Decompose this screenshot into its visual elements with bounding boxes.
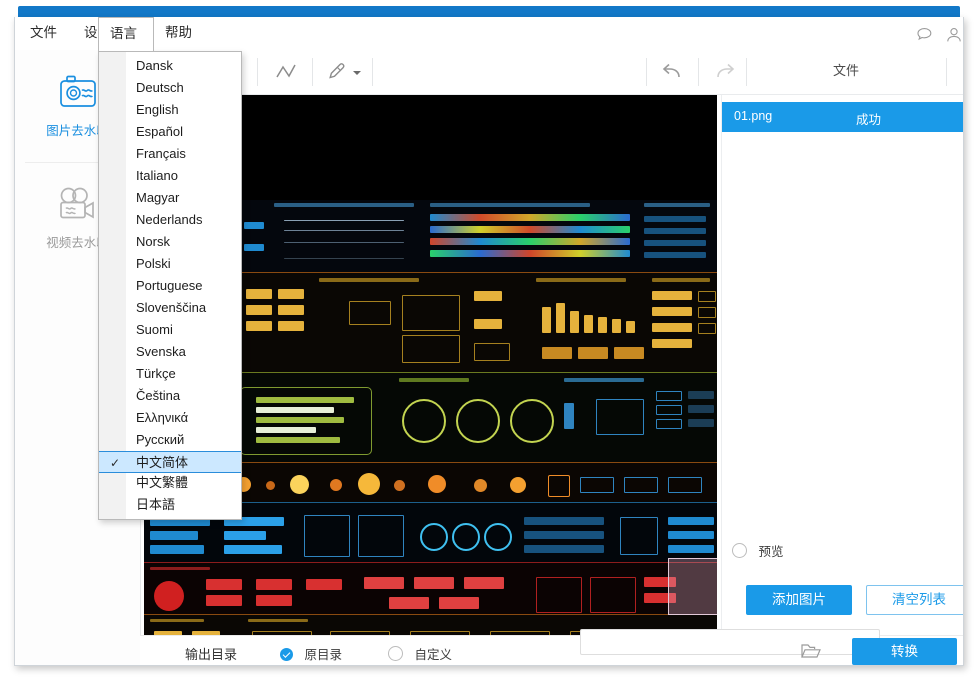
original-dir-radio[interactable] bbox=[280, 648, 293, 661]
toolbar-separator bbox=[372, 58, 373, 86]
preview-label: 预览 bbox=[758, 544, 784, 559]
language-option-portuguese[interactable]: Portuguese bbox=[99, 275, 241, 297]
brush-tool[interactable] bbox=[322, 59, 352, 85]
toolbar-separator bbox=[646, 58, 647, 86]
language-option-espanol[interactable]: Español bbox=[99, 121, 241, 143]
output-option-custom[interactable]: 自定义 bbox=[388, 644, 452, 664]
language-dropdown[interactable]: Dansk Deutsch English Español Français I… bbox=[98, 51, 242, 520]
language-option-chinese-simplified[interactable]: ✓ 中文简体 bbox=[99, 451, 241, 473]
toolbar-separator bbox=[257, 58, 258, 86]
output-option-original[interactable]: 原目录 bbox=[280, 644, 342, 664]
check-icon: ✓ bbox=[110, 456, 121, 470]
language-option-svenska[interactable]: Svenska bbox=[99, 341, 241, 363]
language-option-deutsch[interactable]: Deutsch bbox=[99, 77, 241, 99]
brush-dropdown-caret-down-icon[interactable] bbox=[350, 65, 364, 91]
language-option-label: 中文简体 bbox=[136, 456, 189, 471]
account-icon[interactable] bbox=[944, 25, 963, 45]
menu-help[interactable]: 帮助 bbox=[154, 17, 203, 50]
language-option-turkce[interactable]: Türkçe bbox=[99, 363, 241, 385]
add-images-button[interactable]: 添加图片 bbox=[746, 585, 852, 615]
language-option-francais[interactable]: Français bbox=[99, 143, 241, 165]
preview-radio[interactable] bbox=[732, 543, 747, 558]
convert-button[interactable]: 转换 bbox=[852, 638, 957, 665]
toolbar-separator bbox=[312, 58, 313, 86]
clear-list-button[interactable]: 清空列表 bbox=[866, 585, 963, 615]
language-option-russkiy[interactable]: Русский bbox=[99, 429, 241, 451]
language-option-slovenscina[interactable]: Slovenščina bbox=[99, 297, 241, 319]
column-file: 文件 bbox=[832, 64, 859, 79]
language-option-japanese[interactable]: 日本語 bbox=[99, 495, 241, 517]
language-option-nederlands[interactable]: Nederlands bbox=[99, 209, 241, 231]
table-row[interactable]: 01.png 成功 bbox=[722, 102, 963, 132]
language-option-dansk[interactable]: Dansk bbox=[99, 55, 241, 77]
language-option-magyar[interactable]: Magyar bbox=[99, 187, 241, 209]
output-settings-bar: 输出目录 原目录 自定义 转换 bbox=[140, 629, 963, 665]
language-option-english[interactable]: English bbox=[99, 99, 241, 121]
toolbar-separator bbox=[698, 58, 699, 86]
watermark-selection-box[interactable] bbox=[668, 558, 717, 615]
language-option-cestina[interactable]: Čeština bbox=[99, 385, 241, 407]
original-dir-label: 原目录 bbox=[304, 647, 342, 662]
output-path-input[interactable] bbox=[580, 629, 880, 655]
file-list-panel: 01.png 成功 预览 添加图片 清空列表 bbox=[721, 95, 963, 635]
menu-file[interactable]: 文件 bbox=[19, 17, 68, 50]
polyline-select-tool[interactable] bbox=[270, 59, 304, 85]
undo-button[interactable] bbox=[655, 59, 695, 85]
custom-dir-label: 自定义 bbox=[414, 647, 452, 662]
editor-toolbar: 文件 状态 bbox=[140, 50, 963, 95]
column-status: 状态 bbox=[946, 50, 963, 94]
app-window: 文件 设置 语言 帮助 bbox=[14, 17, 964, 666]
output-dir-label: 输出目录 bbox=[185, 648, 238, 663]
menu-language[interactable]: 语言 bbox=[98, 17, 154, 51]
language-option-norsk[interactable]: Norsk bbox=[99, 231, 241, 253]
feedback-icon[interactable] bbox=[915, 25, 935, 45]
redo-button[interactable] bbox=[702, 59, 742, 85]
language-option-ellinika[interactable]: Ελληνικά bbox=[99, 407, 241, 429]
preview-toggle[interactable]: 预览 bbox=[732, 541, 783, 561]
image-band-red bbox=[144, 562, 717, 615]
menubar: 文件 设置 语言 帮助 bbox=[15, 17, 963, 51]
status-badge: 成功 bbox=[856, 112, 882, 127]
app-root: 文件 设置 语言 帮助 bbox=[0, 0, 977, 681]
language-option-italiano[interactable]: Italiano bbox=[99, 165, 241, 187]
language-option-chinese-traditional[interactable]: 中文繁體 bbox=[99, 473, 241, 495]
language-option-suomi[interactable]: Suomi bbox=[99, 319, 241, 341]
language-option-polski[interactable]: Polski bbox=[99, 253, 241, 275]
custom-dir-radio[interactable] bbox=[388, 646, 403, 661]
folder-open-icon[interactable] bbox=[800, 642, 822, 665]
file-name: 01.png bbox=[734, 109, 773, 123]
